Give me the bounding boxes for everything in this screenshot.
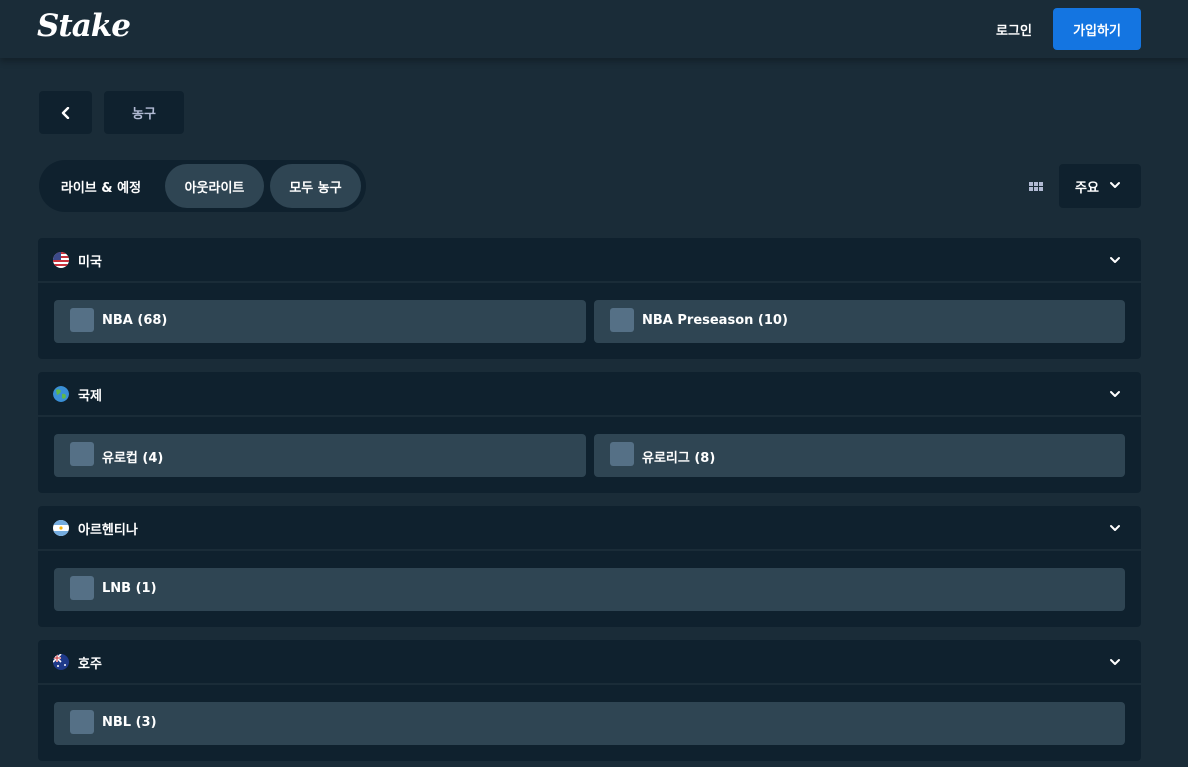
region-header-international[interactable]: 국제 xyxy=(38,372,1141,417)
league-icon xyxy=(70,442,94,466)
region-header-australia[interactable]: 호주 xyxy=(38,640,1141,685)
league-eurocup[interactable]: 유로컵 (4) xyxy=(54,434,586,477)
region-section-international: 국제 유로컵 (4) 유로리그 (8) xyxy=(38,372,1141,493)
league-nba[interactable]: NBA (68) xyxy=(54,300,586,343)
league-icon xyxy=(610,308,634,332)
globe-icon xyxy=(53,386,69,402)
league-euroleague[interactable]: 유로리그 (8) xyxy=(594,434,1125,477)
grid-view-button[interactable] xyxy=(1022,172,1050,200)
stake-logo[interactable]: Stake xyxy=(37,8,131,44)
league-label: 유로리그 (8) xyxy=(642,451,716,466)
region-header-argentina[interactable]: 아르헨티나 xyxy=(38,506,1141,551)
grid-icon xyxy=(1029,181,1043,191)
argentina-flag-icon xyxy=(53,520,69,536)
sort-dropdown[interactable]: 주요 xyxy=(1059,164,1141,208)
league-label: LNB (1) xyxy=(102,581,157,596)
tab-outright[interactable]: 아웃라이트 xyxy=(165,164,264,208)
chevron-left-icon xyxy=(61,106,69,119)
tab-all-basketball[interactable]: 모두 농구 xyxy=(270,164,361,208)
region-title: 아르헨티나 xyxy=(78,523,138,538)
chevron-down-icon xyxy=(1110,659,1120,665)
league-icon xyxy=(70,710,94,734)
league-label: NBA (68) xyxy=(102,313,168,328)
signup-button[interactable]: 가입하기 xyxy=(1053,8,1141,50)
region-section-australia: 호주 NBL (3) xyxy=(38,640,1141,761)
region-title: 국제 xyxy=(78,389,102,404)
chevron-down-icon xyxy=(1110,525,1120,531)
category-tabs: 라이브 & 예정 아웃라이트 모두 농구 xyxy=(39,160,366,212)
back-button[interactable] xyxy=(39,91,92,134)
chevron-down-icon xyxy=(1110,391,1120,397)
sort-label: 주요 xyxy=(1075,180,1099,196)
us-flag-icon xyxy=(53,252,69,268)
chevron-down-icon xyxy=(1110,257,1120,263)
region-title: 호주 xyxy=(78,657,102,672)
region-header-usa[interactable]: 미국 xyxy=(38,238,1141,283)
league-label: NBL (3) xyxy=(102,715,157,730)
league-label: 유로컵 (4) xyxy=(102,451,164,466)
login-button[interactable]: 로그인 xyxy=(980,8,1048,50)
league-icon xyxy=(610,442,634,466)
league-icon xyxy=(70,576,94,600)
tab-live-upcoming[interactable]: 라이브 & 예정 xyxy=(45,164,157,208)
league-lnb[interactable]: LNB (1) xyxy=(54,568,1125,611)
breadcrumb-current[interactable]: 농구 xyxy=(104,91,184,134)
league-nbl[interactable]: NBL (3) xyxy=(54,702,1125,745)
australia-flag-icon xyxy=(53,654,69,670)
region-section-argentina: 아르헨티나 LNB (1) xyxy=(38,506,1141,627)
region-title: 미국 xyxy=(78,255,102,270)
league-label: NBA Preseason (10) xyxy=(642,313,788,328)
league-nba-preseason[interactable]: NBA Preseason (10) xyxy=(594,300,1125,343)
region-section-usa: 미국 NBA (68) NBA Preseason (10) xyxy=(38,238,1141,359)
top-header: Stake 로그인 가입하기 xyxy=(0,0,1188,58)
league-icon xyxy=(70,308,94,332)
chevron-down-icon xyxy=(1110,182,1120,188)
